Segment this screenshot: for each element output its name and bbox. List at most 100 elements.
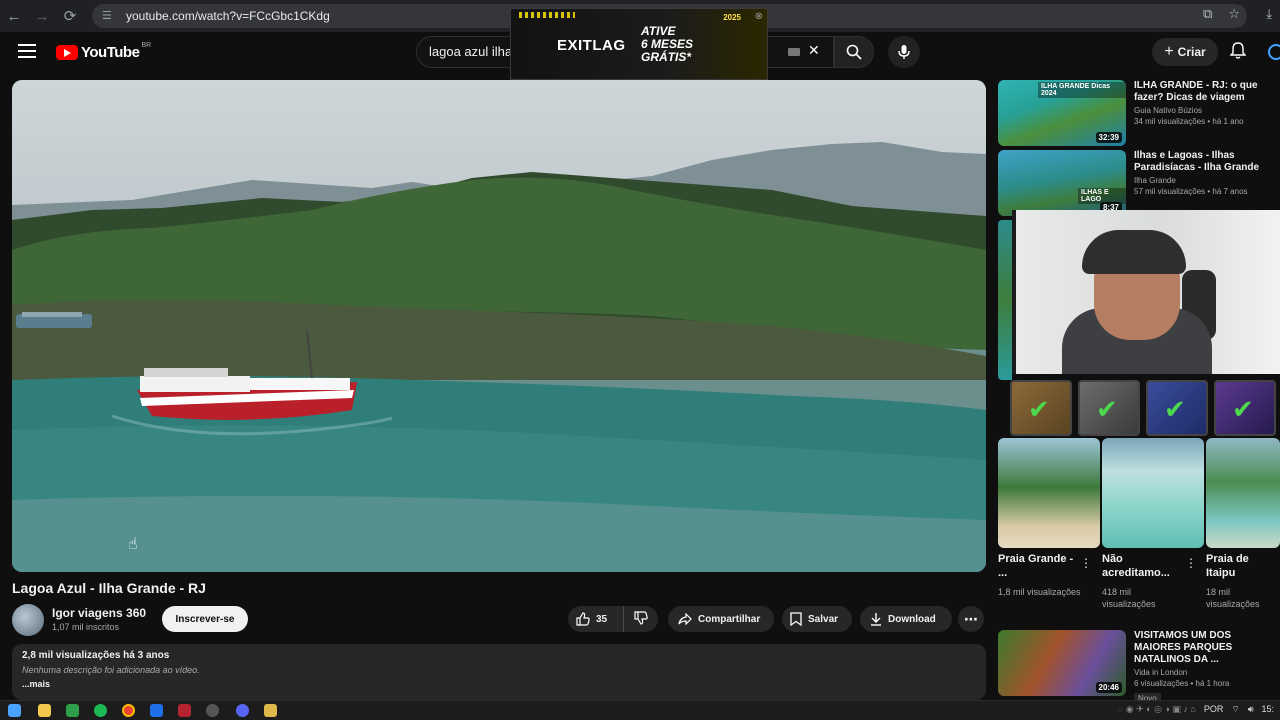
share-label: Compartilhar — [698, 613, 761, 625]
webcam-person-cap — [1082, 230, 1186, 274]
plus-icon: + — [1164, 43, 1174, 60]
short-views: 418 mil visualizações — [1102, 587, 1156, 609]
ad-year: 2025 — [723, 13, 741, 22]
folder-icon[interactable] — [264, 704, 277, 717]
checkmark-icon: ✔ — [1232, 394, 1254, 424]
wifi-icon[interactable]: ⌔ — [1231, 704, 1239, 715]
like-button[interactable]: 35 — [568, 606, 624, 632]
download-label: Download — [888, 613, 936, 625]
create-button[interactable]: + Criar — [1152, 38, 1218, 66]
subscribe-button[interactable]: Inscrever-se — [162, 606, 248, 632]
recommendation-stats: 34 mil visualizações • há 1 ano — [1134, 117, 1244, 126]
short-menu-icon[interactable]: ⋮ — [1080, 556, 1092, 570]
discord-icon[interactable] — [236, 704, 249, 717]
search-icon — [846, 44, 862, 60]
checkmark-icon: ✔ — [1028, 394, 1050, 424]
cast-icon[interactable]: ⧉ — [1203, 6, 1212, 22]
app-icon[interactable] — [150, 704, 163, 717]
recommendation-item[interactable]: 20:46 VISITAMOS UM DOS MAIORES PARQUES N… — [998, 630, 1280, 704]
short-title[interactable]: Praia Grande - ... — [998, 552, 1082, 580]
app-icon[interactable] — [178, 704, 191, 717]
download-icon — [871, 613, 881, 626]
check-tile: ✔ — [1146, 380, 1208, 436]
clock[interactable]: 15: — [1261, 704, 1274, 715]
voice-search-button[interactable] — [888, 36, 920, 68]
recommendation-stats: 6 visualizações • há 1 hora — [1134, 679, 1230, 688]
more-horizontal-icon: ⋯ — [964, 610, 978, 627]
recommendation-thumbnail[interactable]: ILHAS E LAGO 8:37 — [998, 150, 1126, 216]
short-views: 1,8 mil visualizações — [998, 587, 1081, 597]
notifications-bell-icon[interactable] — [1229, 42, 1247, 65]
recommendation-title[interactable]: VISITAMOS UM DOS MAIORES PARQUES NATALIN… — [1134, 630, 1280, 666]
tray-icons[interactable]: ◌ ◉ ✈ ◐ ◎ ◑ ▣ ♪ ⌂ — [1118, 704, 1196, 715]
channel-avatar[interactable] — [12, 604, 44, 636]
ad-info-icon[interactable]: ⊗ — [755, 11, 763, 22]
short-thumbnail[interactable] — [1206, 438, 1280, 548]
description-text: Nenhuma descrição foi adicionada ao víde… — [22, 665, 200, 675]
bookmark-star-icon[interactable]: ☆ — [1228, 6, 1240, 22]
app-icon[interactable] — [66, 704, 79, 717]
url-text: youtube.com/watch?v=FCcGbc1CKdg — [126, 9, 330, 23]
recommendation-item[interactable]: ILHAS E LAGO 8:37 Ilhas e Lagoas - Ilhas… — [998, 150, 1280, 218]
video-duration: 32:39 — [1095, 132, 1122, 143]
recommendation-item[interactable]: ILHA GRANDE Dicas 2024 32:39 ILHA GRANDE… — [998, 80, 1280, 148]
recommendation-title[interactable]: Ilhas e Lagoas - Ilhas Paradisíacas - Il… — [1134, 150, 1280, 174]
video-player[interactable]: ☝ — [12, 80, 986, 572]
more-actions-button[interactable]: ⋯ — [958, 606, 984, 632]
hidden-recommendation-thumbnail[interactable] — [998, 220, 1012, 380]
reload-icon[interactable]: ⟳ — [56, 2, 84, 30]
short-title[interactable]: Não acreditamo... — [1102, 552, 1186, 580]
description-box[interactable]: 2,8 mil visualizações há 3 anos Nenhuma … — [12, 644, 986, 700]
file-explorer-icon[interactable] — [38, 704, 51, 717]
short-thumbnail[interactable] — [1102, 438, 1204, 548]
keyboard-language[interactable]: POR — [1204, 704, 1224, 715]
show-more-link[interactable]: ...mais — [22, 679, 976, 689]
share-button[interactable]: Compartilhar — [668, 606, 774, 632]
recommendation-stats: 57 mil visualizações • há 7 anos — [1134, 187, 1248, 196]
recommendation-channel[interactable]: Ilha Grande — [1134, 176, 1280, 185]
recommendation-title[interactable]: ILHA GRANDE - RJ: o que fazer? Dicas de … — [1134, 80, 1280, 104]
account-avatar[interactable] — [1268, 44, 1280, 60]
logo-text: YouTube — [81, 44, 140, 61]
short-title[interactable]: Praia de Itaipu — [1206, 552, 1278, 580]
views-and-date: 2,8 mil visualizações há 3 anos — [22, 650, 170, 661]
recommendation-channel[interactable]: Guia Nativo Búzios — [1134, 106, 1280, 115]
forward-icon[interactable]: → — [28, 2, 56, 30]
webcam-overlay — [1012, 210, 1280, 374]
short-views: 18 mil visualizações — [1206, 587, 1260, 609]
menu-icon[interactable] — [18, 44, 36, 58]
thumbs-down-icon — [634, 610, 648, 625]
app-icon[interactable] — [206, 704, 219, 717]
short-menu-icon[interactable]: ⋮ — [1185, 556, 1197, 570]
thumbnail-overlay-text: ILHA GRANDE Dicas 2024 — [1038, 82, 1126, 98]
recommendation-thumbnail[interactable]: ILHA GRANDE Dicas 2024 32:39 — [998, 80, 1126, 146]
ad-banner[interactable]: 2025 ⊗ EXITLAG ATIVE 6 MESES GRÁTIS* — [510, 8, 768, 80]
youtube-logo[interactable]: YouTube BR — [56, 42, 152, 61]
search-button[interactable] — [834, 36, 874, 68]
ad-promo-line3: GRÁTIS* — [641, 50, 692, 64]
dislike-button[interactable] — [624, 610, 648, 628]
bookmark-icon — [790, 612, 802, 626]
recommendation-thumbnail[interactable]: 20:46 — [998, 630, 1126, 696]
volume-icon[interactable]: 🔊︎ — [1248, 704, 1254, 715]
ad-brand: EXITLAG — [557, 37, 626, 54]
keyboard-icon[interactable] — [788, 48, 800, 56]
site-settings-icon[interactable]: ☰ — [102, 9, 116, 23]
video-duration: 20:46 — [1095, 682, 1122, 693]
recommendation-channel[interactable]: Vida in London — [1134, 668, 1280, 677]
short-thumbnail[interactable] — [998, 438, 1100, 548]
clear-search-icon[interactable]: ✕ — [808, 42, 820, 59]
windows-start-icon[interactable] — [8, 704, 21, 717]
video-title: Lagoa Azul - Ilha Grande - RJ — [12, 580, 206, 596]
spotify-icon[interactable] — [94, 704, 107, 717]
country-code: BR — [141, 42, 152, 49]
downloads-icon[interactable]: ⤓ — [1266, 6, 1272, 22]
save-button[interactable]: Salvar — [782, 606, 852, 632]
subscriber-count: 1,07 mil inscritos — [52, 622, 120, 632]
channel-name[interactable]: Igor viagens 360 — [52, 606, 146, 620]
chrome-icon[interactable] — [122, 704, 135, 717]
check-tile: ✔ — [1010, 380, 1072, 436]
back-icon[interactable]: ← — [0, 2, 28, 30]
system-tray[interactable]: ◌ ◉ ✈ ◐ ◎ ◑ ▣ ♪ ⌂ POR ⌔ 🔊︎ 15: — [1118, 704, 1274, 715]
download-button[interactable]: Download — [860, 606, 952, 632]
